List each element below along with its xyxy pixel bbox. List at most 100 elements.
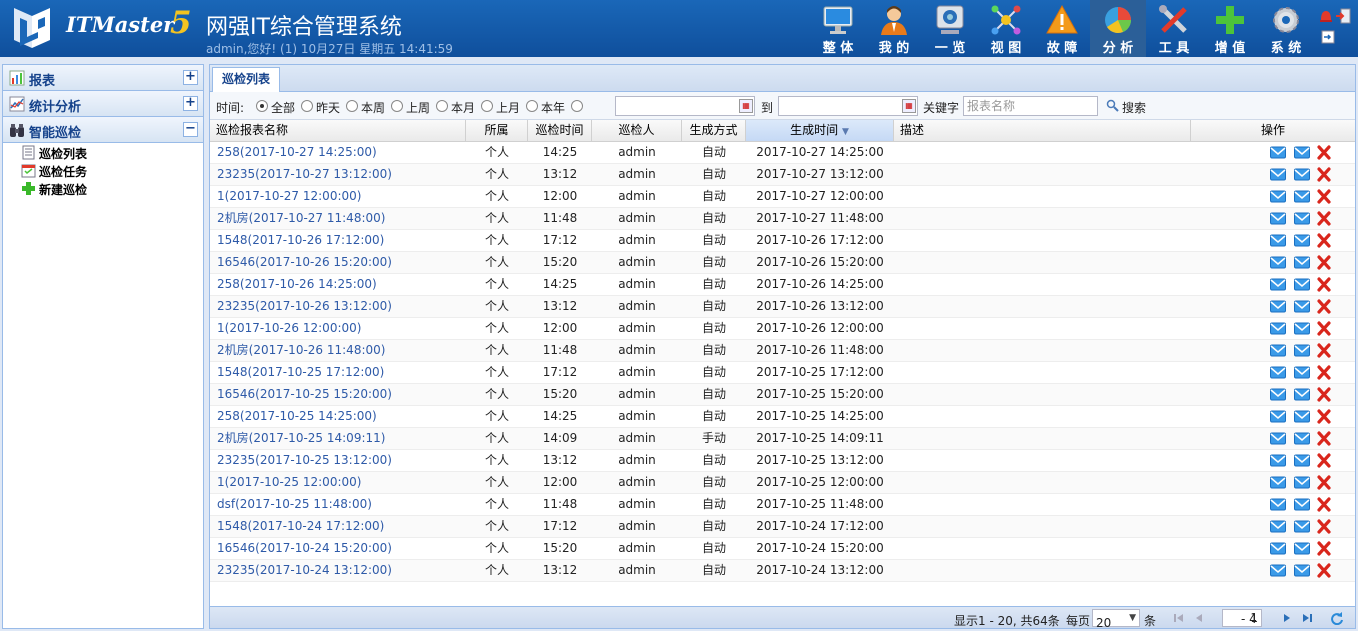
row-name[interactable]: 258(2017-10-25 14:25:00)	[217, 406, 465, 427]
forward-mail-icon[interactable]	[1294, 475, 1310, 490]
date-from-input[interactable]: ▦	[615, 96, 755, 116]
row-name[interactable]: 1(2017-10-27 12:00:00)	[217, 186, 465, 207]
send-mail-icon[interactable]	[1270, 299, 1286, 314]
row-name[interactable]: 2机房(2017-10-25 14:09:11)	[217, 428, 465, 449]
forward-mail-icon[interactable]	[1294, 519, 1310, 534]
send-mail-icon[interactable]	[1270, 409, 1286, 424]
forward-mail-icon[interactable]	[1294, 145, 1310, 160]
delete-icon[interactable]	[1316, 189, 1332, 204]
search-icon[interactable]	[1106, 99, 1119, 112]
forward-mail-icon[interactable]	[1294, 167, 1310, 182]
send-mail-icon[interactable]	[1270, 343, 1286, 358]
per-page-select[interactable]: 20 ▼	[1092, 609, 1140, 630]
forward-mail-icon[interactable]	[1294, 453, 1310, 468]
table-row[interactable]: 258(2017-10-26 14:25:00) 个人 14:25 admin 自动 20…	[210, 274, 1355, 296]
sidebar-item-inspection-list[interactable]: 巡检列表	[3, 143, 203, 161]
forward-mail-icon[interactable]	[1294, 211, 1310, 226]
delete-icon[interactable]	[1316, 409, 1332, 424]
logout-icon[interactable]	[1335, 8, 1351, 24]
column-header-generated-time[interactable]: 生成时间 ▼	[746, 120, 894, 141]
expand-toggle-icon[interactable]: +	[183, 96, 198, 111]
prev-page-icon[interactable]	[1192, 611, 1206, 625]
row-name[interactable]: 1548(2017-10-24 17:12:00)	[217, 516, 465, 537]
forward-mail-icon[interactable]	[1294, 365, 1310, 380]
calendar-picker-icon[interactable]: ▦	[739, 99, 753, 113]
table-row[interactable]: 1548(2017-10-25 17:12:00) 个人 17:12 admin 自动 2…	[210, 362, 1355, 384]
table-row[interactable]: 1(2017-10-27 12:00:00) 个人 12:00 admin 自动 2017…	[210, 186, 1355, 208]
row-name[interactable]: 1(2017-10-26 12:00:00)	[217, 318, 465, 339]
table-row[interactable]: 16546(2017-10-26 15:20:00) 个人 15:20 admin 自动…	[210, 252, 1355, 274]
row-name[interactable]: 16546(2017-10-24 15:20:00)	[217, 538, 465, 559]
forward-mail-icon[interactable]	[1294, 541, 1310, 556]
delete-icon[interactable]	[1316, 211, 1332, 226]
send-mail-icon[interactable]	[1270, 145, 1286, 160]
delete-icon[interactable]	[1316, 541, 1332, 556]
forward-mail-icon[interactable]	[1294, 497, 1310, 512]
nav-tools[interactable]: 工 具	[1146, 0, 1202, 57]
radio-this-year[interactable]	[526, 100, 538, 112]
delete-icon[interactable]	[1316, 277, 1332, 292]
window-icon[interactable]	[1321, 30, 1335, 44]
table-row[interactable]: 1(2017-10-26 12:00:00) 个人 12:00 admin 自动 2017…	[210, 318, 1355, 340]
sidebar-section-statistics[interactable]: 统计分析 +	[3, 91, 203, 117]
search-button[interactable]: 搜索	[1122, 99, 1146, 116]
send-mail-icon[interactable]	[1270, 189, 1286, 204]
forward-mail-icon[interactable]	[1294, 299, 1310, 314]
send-mail-icon[interactable]	[1270, 453, 1286, 468]
forward-mail-icon[interactable]	[1294, 321, 1310, 336]
delete-icon[interactable]	[1316, 453, 1332, 468]
sidebar-item-inspection-task[interactable]: 巡检任务	[3, 161, 203, 179]
nav-system[interactable]: 系 统	[1258, 0, 1314, 57]
column-header-description[interactable]: 描述	[894, 120, 1191, 141]
delete-icon[interactable]	[1316, 255, 1332, 270]
keyword-input[interactable]	[963, 96, 1098, 116]
forward-mail-icon[interactable]	[1294, 189, 1310, 204]
alarm-bell-icon[interactable]	[1318, 8, 1334, 24]
radio-this-month[interactable]	[436, 100, 448, 112]
delete-icon[interactable]	[1316, 519, 1332, 534]
delete-icon[interactable]	[1316, 365, 1332, 380]
radio-last-month[interactable]	[481, 100, 493, 112]
table-row[interactable]: 1548(2017-10-24 17:12:00) 个人 17:12 admin 自动 2…	[210, 516, 1355, 538]
table-row[interactable]: 2机房(2017-10-27 11:48:00) 个人 11:48 admin 自动 20…	[210, 208, 1355, 230]
nav-fault[interactable]: 故 障	[1034, 0, 1090, 57]
row-name[interactable]: 16546(2017-10-26 15:20:00)	[217, 252, 465, 273]
radio-this-week[interactable]	[346, 100, 358, 112]
send-mail-icon[interactable]	[1270, 321, 1286, 336]
nav-overall[interactable]: 整 体	[810, 0, 866, 57]
radio-yesterday[interactable]	[301, 100, 313, 112]
delete-icon[interactable]	[1316, 233, 1332, 248]
row-name[interactable]: 1548(2017-10-26 17:12:00)	[217, 230, 465, 251]
send-mail-icon[interactable]	[1270, 387, 1286, 402]
sidebar-section-inspection[interactable]: 智能巡检 −	[3, 117, 203, 143]
table-row[interactable]: 16546(2017-10-25 15:20:00) 个人 15:20 admin 自动…	[210, 384, 1355, 406]
table-row[interactable]: 23235(2017-10-25 13:12:00) 个人 13:12 admin 自动…	[210, 450, 1355, 472]
forward-mail-icon[interactable]	[1294, 277, 1310, 292]
nav-overview[interactable]: 一 览	[922, 0, 978, 57]
radio-last-week[interactable]	[391, 100, 403, 112]
row-name[interactable]: 2机房(2017-10-26 11:48:00)	[217, 340, 465, 361]
row-name[interactable]: 258(2017-10-26 14:25:00)	[217, 274, 465, 295]
forward-mail-icon[interactable]	[1294, 233, 1310, 248]
send-mail-icon[interactable]	[1270, 277, 1286, 292]
calendar-picker-icon[interactable]: ▦	[902, 99, 916, 113]
nav-value-added[interactable]: 增 值	[1202, 0, 1258, 57]
radio-all[interactable]	[256, 100, 268, 112]
forward-mail-icon[interactable]	[1294, 409, 1310, 424]
refresh-icon[interactable]	[1330, 611, 1344, 625]
table-row[interactable]: dsf(2017-10-25 11:48:00) 个人 11:48 admin 自动 20…	[210, 494, 1355, 516]
nav-analysis[interactable]: 分 析	[1090, 0, 1146, 57]
row-name[interactable]: 1548(2017-10-25 17:12:00)	[217, 362, 465, 383]
forward-mail-icon[interactable]	[1294, 255, 1310, 270]
delete-icon[interactable]	[1316, 299, 1332, 314]
row-name[interactable]: 23235(2017-10-26 13:12:00)	[217, 296, 465, 317]
tab-inspection-list[interactable]: 巡检列表	[212, 67, 281, 92]
last-page-icon[interactable]	[1300, 611, 1314, 625]
next-page-icon[interactable]	[1280, 611, 1294, 625]
send-mail-icon[interactable]	[1270, 431, 1286, 446]
table-row[interactable]: 23235(2017-10-27 13:12:00) 个人 13:12 admin 自动…	[210, 164, 1355, 186]
row-name[interactable]: 23235(2017-10-24 13:12:00)	[217, 560, 465, 581]
date-to-input[interactable]: ▦	[778, 96, 918, 116]
table-row[interactable]: 1548(2017-10-26 17:12:00) 个人 17:12 admin 自动 2…	[210, 230, 1355, 252]
column-header-owner[interactable]: 所属	[466, 120, 528, 141]
